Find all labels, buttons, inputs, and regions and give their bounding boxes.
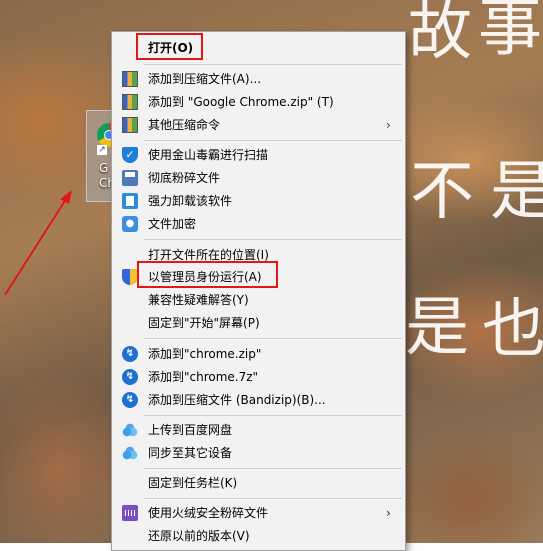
menu-item-label: 添加到压缩文件 (Bandizip)(B)... xyxy=(148,393,326,407)
baidu-cloud-icon xyxy=(122,422,138,438)
menu-item-pin-to-start[interactable]: 固定到"开始"屏幕(P) xyxy=(114,312,404,334)
menu-item-add-to-archive[interactable]: 添加到压缩文件(A)... xyxy=(114,68,404,90)
menu-item-bandizip-archive[interactable]: ↯ 添加到压缩文件 (Bandizip)(B)... xyxy=(114,389,404,411)
context-menu: 打开(O) 添加到压缩文件(A)... 添加到 "Google Chrome.z… xyxy=(111,31,406,551)
menu-item-label: 强力卸载该软件 xyxy=(148,194,233,208)
menu-item-bandizip-zip[interactable]: ↯ 添加到"chrome.zip" xyxy=(114,343,404,365)
menu-item-label: 使用火绒安全粉碎文件 xyxy=(148,506,269,520)
lock-icon: ● xyxy=(122,216,138,232)
submenu-arrow-icon: › xyxy=(386,506,391,520)
menu-item-pin-taskbar[interactable]: 固定到任务栏(K) xyxy=(114,472,404,494)
menu-separator xyxy=(144,468,402,469)
menu-item-label: 同步至其它设备 xyxy=(148,446,233,460)
menu-item-label: 添加到 "Google Chrome.zip" (T) xyxy=(148,95,334,109)
menu-separator xyxy=(144,498,402,499)
menu-item-label: 文件加密 xyxy=(148,217,197,231)
menu-item-bandizip-7z[interactable]: ↯ 添加到"chrome.7z" xyxy=(114,366,404,388)
menu-item-label: 添加到"chrome.7z" xyxy=(148,370,259,384)
menu-separator xyxy=(144,64,402,65)
menu-item-add-to-zip[interactable]: 添加到 "Google Chrome.zip" (T) xyxy=(114,91,404,113)
huorong-icon xyxy=(122,505,138,521)
menu-item-upload-baidu[interactable]: 上传到百度网盘 xyxy=(114,419,404,441)
shredder-icon xyxy=(122,170,138,186)
highlight-box-open xyxy=(136,33,203,60)
menu-item-label: 添加到"chrome.zip" xyxy=(148,347,262,361)
menu-item-label: 固定到任务栏(K) xyxy=(148,476,238,490)
bandizip-icon: ↯ xyxy=(122,346,138,362)
bandizip-icon: ↯ xyxy=(122,369,138,385)
uac-shield-icon xyxy=(122,269,138,285)
menu-item-label: 使用金山毒霸进行扫描 xyxy=(148,148,269,162)
menu-separator xyxy=(144,140,402,141)
menu-item-other-compress[interactable]: 其他压缩命令 › xyxy=(114,114,404,136)
menu-item-huorong-shred[interactable]: 使用火绒安全粉碎文件 › xyxy=(114,502,404,524)
menu-item-restore-versions[interactable]: 还原以前的版本(V) xyxy=(114,525,404,547)
submenu-arrow-icon: › xyxy=(386,118,391,132)
menu-item-label: 彻底粉碎文件 xyxy=(148,171,221,185)
menu-separator xyxy=(144,338,402,339)
menu-item-shred-file[interactable]: 彻底粉碎文件 xyxy=(114,167,404,189)
menu-separator xyxy=(144,239,402,240)
archive-icon xyxy=(122,94,138,110)
baidu-cloud-icon xyxy=(122,445,138,461)
highlight-box-run-as-admin xyxy=(137,261,278,288)
menu-item-label: 固定到"开始"屏幕(P) xyxy=(148,316,260,330)
shield-scan-icon: ✓ xyxy=(122,147,138,163)
menu-item-duba-scan[interactable]: ✓ 使用金山毒霸进行扫描 xyxy=(114,144,404,166)
menu-item-label: 其他压缩命令 xyxy=(148,118,221,132)
menu-separator xyxy=(144,415,402,416)
menu-item-label: 上传到百度网盘 xyxy=(148,423,233,437)
uninstall-icon xyxy=(122,193,138,209)
menu-item-compat-troubleshoot[interactable]: 兼容性疑难解答(Y) xyxy=(114,289,404,311)
menu-item-label: 兼容性疑难解答(Y) xyxy=(148,293,249,307)
archive-icon xyxy=(122,117,138,133)
menu-item-sync-devices[interactable]: 同步至其它设备 xyxy=(114,442,404,464)
bandizip-icon: ↯ xyxy=(122,392,138,408)
menu-item-force-uninstall[interactable]: 强力卸载该软件 xyxy=(114,190,404,212)
archive-icon xyxy=(122,71,138,87)
menu-item-label: 还原以前的版本(V) xyxy=(148,529,250,543)
menu-item-label: 添加到压缩文件(A)... xyxy=(148,72,262,86)
menu-item-encrypt-file[interactable]: ● 文件加密 xyxy=(114,213,404,235)
